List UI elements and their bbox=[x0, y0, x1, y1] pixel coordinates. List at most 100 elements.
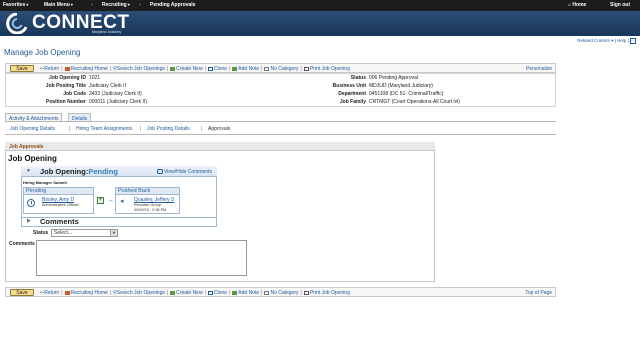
home-link[interactable]: ⌂ Home bbox=[568, 2, 586, 8]
return-link[interactable]: ⇐Return bbox=[40, 290, 59, 296]
comment-icon bbox=[157, 169, 163, 175]
stage-head: Pending bbox=[24, 188, 93, 195]
sign-out-link[interactable]: Sign out bbox=[610, 2, 630, 8]
job-family-value: CRTMGT (Court Operations-All Court lvl) bbox=[369, 99, 460, 105]
recruiting-home-link[interactable]: Recruiting Home bbox=[64, 290, 108, 296]
print-job-opening-link[interactable]: Print Job Opening bbox=[303, 290, 350, 296]
breadcrumb-separator: › bbox=[139, 2, 141, 8]
expand-triangle-icon[interactable]: ▶ bbox=[27, 218, 31, 224]
add-note-link[interactable]: Add Note bbox=[232, 66, 259, 72]
print-job-opening-link[interactable]: Print Job Opening bbox=[303, 66, 350, 72]
save-button[interactable]: Save bbox=[10, 289, 34, 296]
field-label: Department bbox=[338, 91, 366, 97]
comments-textarea[interactable] bbox=[36, 240, 247, 276]
home-icon: ⌂ bbox=[568, 2, 572, 8]
save-button[interactable]: Save bbox=[10, 65, 34, 72]
approval-date: 09/09/15 - 2:36 PM bbox=[134, 208, 167, 212]
separator: | bbox=[166, 66, 169, 72]
approval-status: Pending bbox=[88, 167, 118, 176]
breadcrumb-recruiting[interactable]: Recruiting▾ bbox=[102, 2, 130, 8]
separator: | bbox=[627, 38, 629, 44]
tab-divider bbox=[5, 121, 556, 122]
search-job-openings-link[interactable]: ⚲Search Job Openings bbox=[113, 290, 165, 296]
approver-role: Administrative Official bbox=[42, 203, 79, 207]
subnav-approvals: Approvals bbox=[208, 126, 231, 132]
flow-arrow-icon: → bbox=[107, 197, 114, 204]
add-approver-icon[interactable]: + bbox=[97, 197, 104, 204]
job-approvals-header: Job Approvals bbox=[5, 142, 435, 151]
breadcrumb-pending-approvals[interactable]: Pending Approvals bbox=[150, 2, 195, 8]
settings-icon[interactable]: ⋯ bbox=[630, 38, 636, 44]
clone-icon bbox=[207, 66, 213, 71]
separator: | bbox=[69, 126, 71, 132]
add-note-icon bbox=[232, 290, 238, 295]
clone-link[interactable]: Clone bbox=[207, 290, 227, 296]
status-select[interactable]: Select... ▼ bbox=[51, 229, 118, 237]
separator: | bbox=[166, 290, 169, 296]
related-content-link[interactable]: Related Content ▾ bbox=[577, 38, 613, 43]
create-new-link[interactable]: Create New bbox=[170, 66, 203, 72]
job-family-row: Job Family CRTMGT (Court Operations-All C… bbox=[296, 99, 460, 105]
return-link[interactable]: ⇐Return bbox=[40, 66, 59, 72]
separator: | bbox=[61, 290, 63, 296]
separator: | bbox=[614, 38, 616, 44]
category-icon bbox=[264, 290, 270, 295]
field-label: Job Code bbox=[63, 91, 86, 97]
status-select-value: Select... bbox=[54, 230, 73, 236]
favorites-menu[interactable]: Favorites▾ bbox=[3, 2, 28, 8]
approval-path-name: Hiring Manager Submit bbox=[23, 180, 67, 185]
home-icon bbox=[64, 66, 70, 71]
clock-icon bbox=[27, 199, 35, 207]
add-note-link[interactable]: Add Note bbox=[232, 290, 259, 296]
no-category-link[interactable]: No Category bbox=[264, 290, 299, 296]
app-logo-subtitle: Maryland Judiciary bbox=[92, 30, 122, 34]
subnav-job-opening-details[interactable]: Job Opening Details bbox=[10, 126, 55, 132]
field-label: Status bbox=[350, 75, 366, 81]
details-subnav: Job Opening Details | Hiring Team Assign… bbox=[5, 124, 556, 133]
view-hide-comments-link[interactable]: View/Hide Comments bbox=[157, 169, 212, 175]
connect-logo-icon bbox=[6, 13, 28, 34]
search-job-openings-link[interactable]: ⚲Search Job Openings bbox=[113, 66, 165, 72]
field-label: Job Family bbox=[339, 99, 366, 105]
add-note-icon bbox=[232, 66, 238, 71]
separator: | bbox=[140, 126, 142, 132]
recruiting-home-link[interactable]: Recruiting Home bbox=[64, 66, 108, 72]
personalize-link[interactable]: Personalize bbox=[526, 66, 552, 72]
business-unit-value: MDJUD (Maryland Judiciary) bbox=[369, 83, 433, 89]
stage-pushed-back: Pushed Back Quasley, Jeffery S Recruiter… bbox=[115, 187, 180, 214]
job-opening-heading: Job Opening bbox=[8, 154, 57, 163]
separator: | bbox=[300, 66, 302, 72]
stage-head: Pushed Back bbox=[116, 188, 179, 195]
dropdown-arrow-icon: ▼ bbox=[110, 230, 117, 236]
no-category-link[interactable]: No Category bbox=[264, 66, 299, 72]
field-label: Job Opening ID bbox=[49, 75, 86, 81]
clone-link[interactable]: Clone bbox=[207, 66, 227, 72]
status-value: 006 Pending Approval bbox=[369, 75, 418, 81]
job-opening-id-value: 1021 bbox=[89, 75, 101, 81]
top-of-page-link[interactable]: Top of Page bbox=[525, 290, 552, 296]
approval-title: Job Opening:Pending bbox=[40, 167, 118, 176]
status-label: Status bbox=[33, 230, 49, 236]
separator: | bbox=[300, 290, 302, 296]
stage-pending: Pending Bosley, Amy D Administrative Off… bbox=[23, 187, 94, 214]
subnav-hiring-team-assignments[interactable]: Hiring Team Assignments bbox=[76, 126, 132, 132]
create-new-link[interactable]: Create New bbox=[170, 290, 203, 296]
separator: | bbox=[109, 66, 112, 72]
department-value: 0451108 (DC 51- Criminal/Traffic) bbox=[369, 91, 444, 97]
job-opening-id-row: Job Opening ID 1021 bbox=[6, 75, 100, 81]
field-label: Job Posting Title bbox=[45, 83, 86, 89]
main-menu[interactable]: Main Menu▾ bbox=[44, 2, 73, 8]
subnav-divider bbox=[5, 134, 556, 135]
help-link[interactable]: Help bbox=[617, 38, 626, 43]
subnav-job-posting-details[interactable]: Job Posting Details bbox=[147, 126, 190, 132]
separator: | bbox=[228, 290, 231, 296]
separator: | bbox=[228, 66, 231, 72]
job-code-row: Job Code 2433 (Judiciary Clerk II) bbox=[6, 91, 142, 97]
collapse-triangle-icon[interactable]: ▼ bbox=[26, 168, 31, 174]
separator: | bbox=[61, 66, 63, 72]
separator: | bbox=[109, 290, 112, 296]
position-number-value: 000011 (Judiciary Clerk II) bbox=[89, 99, 147, 105]
business-unit-row: Business Unit MDJUD (Maryland Judiciary) bbox=[296, 83, 433, 89]
separator: | bbox=[201, 126, 203, 132]
separator: | bbox=[261, 66, 263, 72]
